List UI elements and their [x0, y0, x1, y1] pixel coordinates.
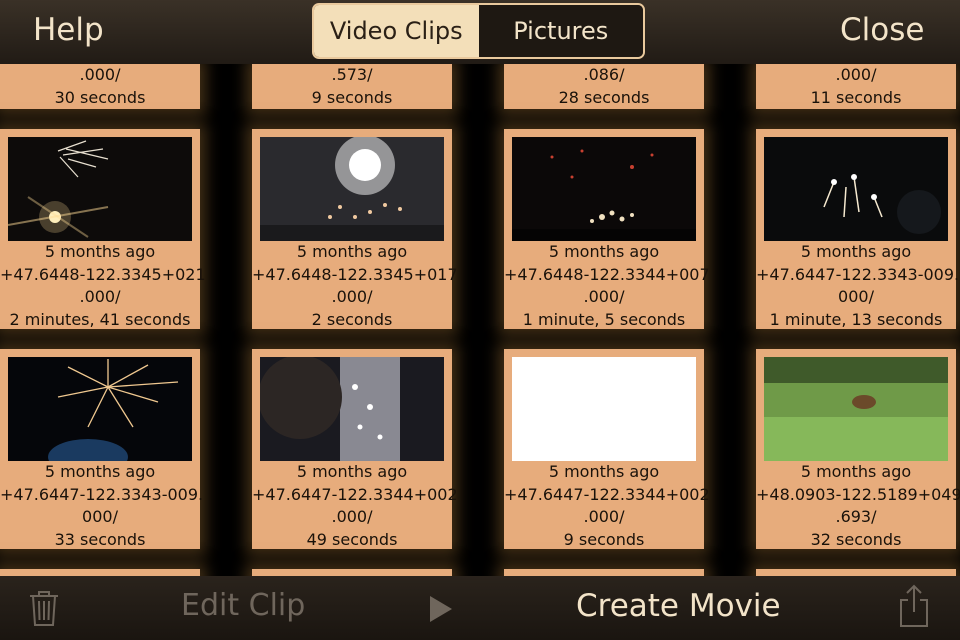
clip-date: 5 months ago [548, 462, 660, 481]
clip-location-cont: .000/ [331, 287, 373, 306]
clip-duration: 33 seconds [54, 529, 146, 549]
clip-cell[interactable]: 5 months ago +47.6447-122.3344+002 .000/… [504, 349, 710, 549]
clip-thumbnail[interactable] [764, 137, 948, 241]
clip-duration: 28 seconds [558, 87, 650, 107]
clip-date: 5 months ago [800, 242, 912, 261]
clip-duration: 49 seconds [306, 529, 398, 549]
clip-cell[interactable]: .086/28 seconds [504, 64, 704, 109]
clip-location-cont: .573/ [331, 65, 373, 84]
clip-location: +47.6448-122.3345+021 [0, 264, 206, 284]
clip-location-cont: 000/ [838, 287, 874, 306]
clip-cell[interactable]: 5 months ago +47.6447-122.3343-009. 000/… [0, 349, 204, 549]
clip-location-cont: .000/ [331, 507, 373, 526]
clip-duration: 9 seconds [311, 87, 393, 107]
clip-duration: 1 minute, 13 seconds [769, 309, 943, 329]
clip-cell[interactable]: .000/11 seconds [756, 64, 956, 109]
clip-duration: 1 minute, 5 seconds [522, 309, 686, 329]
clip-thumbnail[interactable] [512, 357, 696, 461]
clip-location-cont: .086/ [583, 65, 625, 84]
clip-cell[interactable]: 5 months ago +47.6447-122.3344+002 .000/… [252, 349, 458, 549]
clip-location-cont: .000/ [583, 287, 625, 306]
help-button[interactable]: Help [33, 10, 104, 50]
clip-duration: 11 seconds [810, 87, 902, 107]
clip-thumbnail[interactable] [260, 137, 444, 241]
bottom-toolbar: Edit Clip Create Movie [0, 576, 960, 640]
clip-location-cont: .000/ [583, 507, 625, 526]
clip-date: 5 months ago [800, 462, 912, 481]
clip-thumbnail[interactable] [8, 357, 192, 461]
clip-date: 5 months ago [296, 462, 408, 481]
clip-duration: 30 seconds [54, 87, 146, 107]
clip-location-cont: .000/ [79, 65, 121, 84]
clip-date: 5 months ago [44, 462, 156, 481]
clip-thumbnail[interactable] [764, 357, 948, 461]
clip-cell[interactable]: 5 months ago +47.6448-122.3345+021 .000/… [0, 129, 206, 329]
clip-grid: .000/30 seconds .573/9 seconds .086/28 s… [0, 0, 960, 640]
clip-cell[interactable]: 5 months ago +47.6448-122.3345+017 .000/… [252, 129, 458, 329]
clip-location: +47.6448-122.3345+017 [252, 264, 458, 284]
clip-location: +47.6447-122.3343-009. [756, 264, 960, 284]
clip-duration: 2 minutes, 41 seconds [9, 309, 191, 329]
share-icon[interactable] [898, 584, 930, 632]
clip-location-cont: .000/ [835, 65, 877, 84]
clip-location: +48.0903-122.5189+049 [756, 484, 960, 504]
edit-clip-button[interactable]: Edit Clip [181, 588, 305, 623]
tab-pictures[interactable]: Pictures [478, 5, 643, 57]
play-icon[interactable] [428, 594, 454, 628]
clip-duration: 2 seconds [311, 309, 393, 329]
clip-date: 5 months ago [44, 242, 156, 261]
create-movie-button[interactable]: Create Movie [576, 588, 781, 624]
clip-thumbnail[interactable] [260, 357, 444, 461]
trash-icon[interactable] [28, 588, 60, 632]
clip-location: +47.6447-122.3344+002 [252, 484, 458, 504]
tab-video-clips[interactable]: Video Clips [314, 5, 479, 57]
clip-location: +47.6448-122.3344+007 [504, 264, 710, 284]
close-button[interactable]: Close [840, 10, 924, 50]
clip-cell[interactable]: 5 months ago +48.0903-122.5189+049 .693/… [756, 349, 960, 549]
clip-duration: 9 seconds [563, 529, 645, 549]
media-type-segmented-control: Video Clips Pictures [312, 3, 645, 59]
clip-location: +47.6447-122.3343-009. [0, 484, 204, 504]
clip-date: 5 months ago [296, 242, 408, 261]
clip-thumbnail[interactable] [512, 137, 696, 241]
clip-cell[interactable]: .573/9 seconds [252, 64, 452, 109]
clip-location-cont: 000/ [82, 507, 118, 526]
top-bar: Help Video Clips Pictures Close [0, 0, 960, 64]
clip-cell[interactable]: 5 months ago +47.6448-122.3344+007 .000/… [504, 129, 710, 329]
clip-cell[interactable]: 5 months ago +47.6447-122.3343-009. 000/… [756, 129, 960, 329]
clip-cell[interactable]: .000/30 seconds [0, 64, 200, 109]
clip-location-cont: .000/ [79, 287, 121, 306]
clip-thumbnail[interactable] [8, 137, 192, 241]
clip-date: 5 months ago [548, 242, 660, 261]
clip-location: +47.6447-122.3344+002 [504, 484, 710, 504]
clip-duration: 32 seconds [810, 529, 902, 549]
clip-location-cont: .693/ [835, 507, 877, 526]
